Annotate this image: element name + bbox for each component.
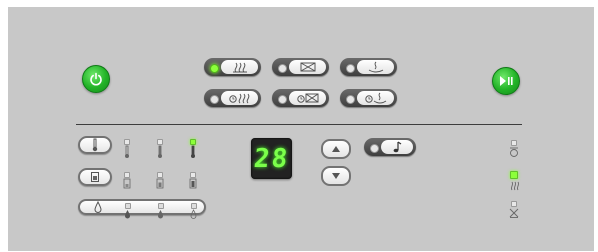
program-led — [210, 64, 219, 73]
salt-icon — [510, 181, 520, 191]
up-button[interactable] — [321, 139, 351, 159]
temperature-level-3 — [190, 139, 196, 159]
program-led — [278, 64, 287, 73]
program-led — [210, 95, 219, 104]
droplet-icon — [158, 210, 163, 219]
down-button[interactable] — [321, 166, 351, 186]
program-button-steam[interactable] — [204, 58, 261, 76]
control-panel: 28 — [8, 7, 594, 251]
rinse-button[interactable] — [78, 199, 206, 215]
program-button-pot[interactable] — [340, 58, 397, 76]
triangle-down-icon — [332, 173, 340, 179]
droplet-icon — [190, 209, 197, 219]
eco-pot-icon — [364, 92, 386, 104]
sound-led — [370, 144, 379, 153]
rinse-aid-icon — [510, 147, 518, 157]
detergent-icon — [156, 178, 164, 189]
divider — [76, 124, 522, 125]
power-icon — [90, 72, 102, 86]
music-note-icon — [393, 141, 402, 153]
display-value: 28 — [252, 143, 291, 174]
thermometer-icon — [158, 145, 162, 158]
filter-icon — [509, 208, 519, 218]
thermometer-icon — [191, 145, 195, 158]
temperature-button[interactable] — [78, 136, 112, 154]
rinse-level-3 — [190, 203, 197, 219]
eco-rack-icon — [296, 93, 318, 103]
program-led — [346, 95, 355, 104]
program-led — [346, 64, 355, 73]
program-button-rack[interactable] — [272, 58, 329, 76]
program-led — [278, 95, 287, 104]
filter-indicator — [508, 201, 520, 219]
power-button[interactable] — [82, 65, 110, 93]
triangle-up-icon — [332, 146, 340, 152]
rinse-level-1 — [124, 203, 131, 219]
rinse-aid-indicator — [508, 140, 520, 158]
program-button-rack-eco[interactable] — [272, 89, 329, 107]
program-button-pot-eco[interactable] — [340, 89, 397, 107]
temperature-level-2 — [157, 139, 163, 159]
pot-icon — [368, 61, 383, 73]
salt-indicator — [508, 171, 520, 191]
droplet-icon — [125, 210, 130, 219]
detergent-icon — [189, 178, 197, 189]
play-pause-icon — [500, 76, 513, 86]
start-pause-button[interactable] — [492, 67, 520, 95]
rinse-level-2 — [157, 203, 164, 219]
eco-steam-icon — [228, 93, 249, 104]
thermometer-icon — [92, 138, 98, 152]
thermometer-icon — [125, 145, 129, 158]
detergent-button[interactable] — [78, 168, 112, 186]
detergent-icon — [123, 178, 131, 189]
detergent-level-2 — [156, 172, 164, 189]
detergent-icon — [91, 172, 99, 182]
digit-display: 28 — [251, 138, 292, 179]
droplet-icon — [94, 201, 102, 213]
status-led — [510, 171, 518, 179]
detergent-level-3 — [189, 172, 197, 189]
detergent-level-1 — [123, 172, 131, 189]
steam-lines-icon — [232, 62, 247, 73]
rack-icon — [300, 62, 315, 72]
temperature-level-1 — [124, 139, 130, 159]
sound-button[interactable] — [364, 138, 416, 156]
program-button-steam-eco[interactable] — [204, 89, 261, 107]
